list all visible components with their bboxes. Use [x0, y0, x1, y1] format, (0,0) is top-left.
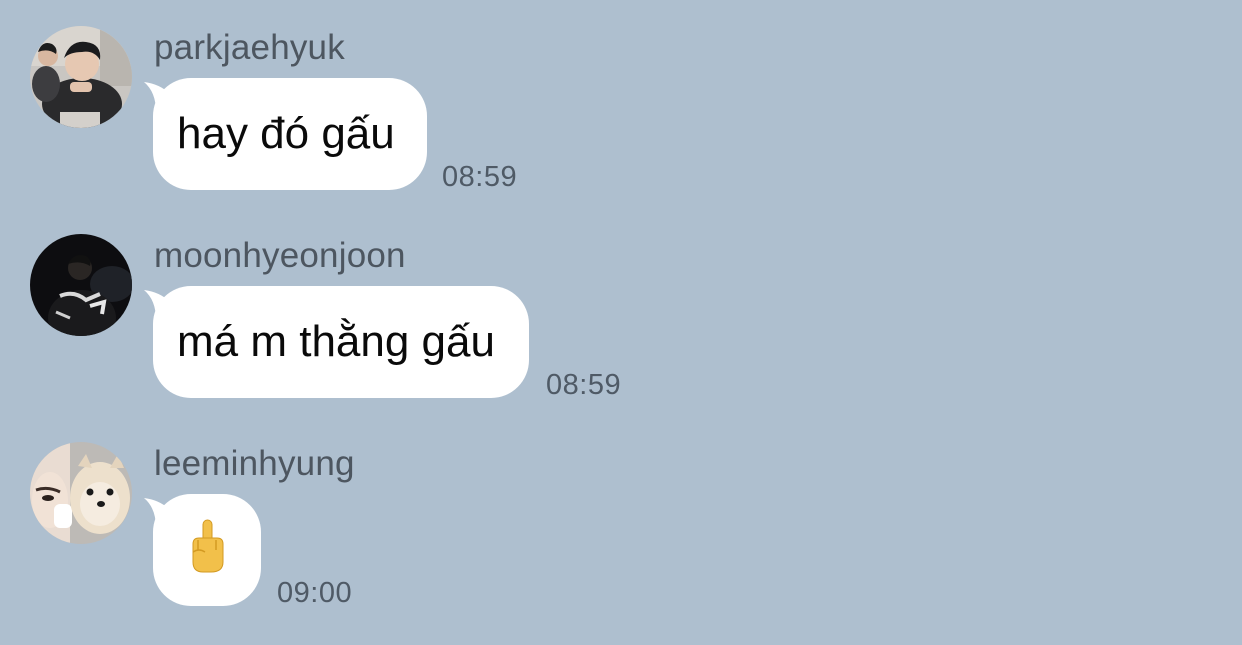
message-row: moonhyeonjoon má m thằng gấu 08:59	[0, 234, 1242, 434]
chat-thread: parkjaehyuk hay đó gấu 08:59 moonhyeonjo…	[0, 0, 1242, 645]
emoji-text: 🖕	[189, 494, 190, 495]
message-bubble[interactable]: hay đó gấu	[153, 78, 427, 190]
middle-finger-emoji-icon	[192, 519, 224, 573]
message-time: 08:59	[546, 369, 622, 401]
message-row: leeminhyung 🖕 09:00	[0, 442, 1242, 642]
avatar[interactable]	[30, 26, 132, 128]
message-time: 08:59	[442, 161, 518, 193]
dog-photo-avatar-icon	[30, 442, 132, 544]
sender-name: parkjaehyuk	[154, 28, 345, 67]
message-bubble[interactable]: 🖕	[153, 494, 261, 606]
message-time: 09:00	[277, 577, 353, 609]
person-dark-photo-avatar-icon	[30, 234, 132, 336]
avatar[interactable]	[30, 442, 132, 544]
person-photo-avatar-icon	[30, 26, 132, 128]
sender-name: moonhyeonjoon	[154, 236, 406, 275]
message-row: parkjaehyuk hay đó gấu 08:59	[0, 26, 1242, 226]
message-bubble[interactable]: má m thằng gấu	[153, 286, 529, 398]
sender-name: leeminhyung	[154, 444, 355, 483]
avatar[interactable]	[30, 234, 132, 336]
